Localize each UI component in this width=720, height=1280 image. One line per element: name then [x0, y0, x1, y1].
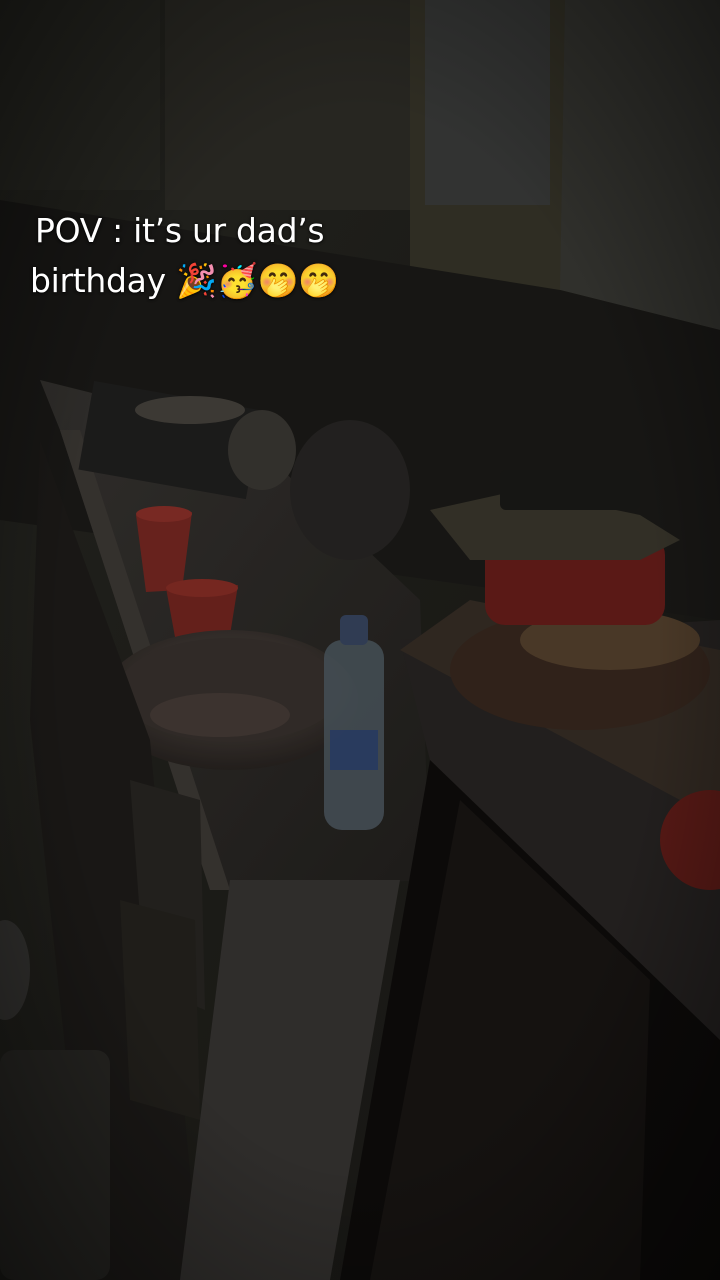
caption-text: POV : it’s ur dad’s birthday 🎉🥳🤭🤭 [30, 206, 430, 306]
caption-line-1: POV : it’s ur dad’s [35, 211, 325, 250]
kitchen-photo [0, 0, 720, 1280]
caption-line-2: birthday 🎉🥳🤭🤭 [30, 261, 340, 300]
